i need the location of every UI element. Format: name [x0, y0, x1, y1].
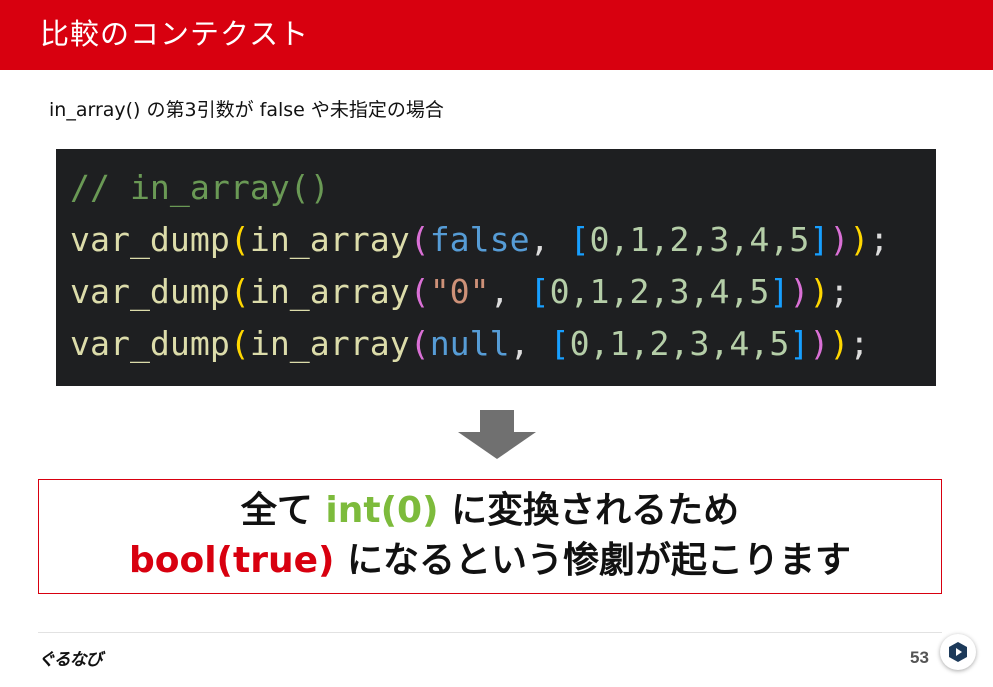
conclusion-line-1: 全て int(0) に変換されるため — [39, 487, 941, 535]
code-semicolon: ; — [869, 220, 890, 259]
code-paren: ( — [229, 272, 250, 311]
code-paren: ) — [849, 220, 870, 259]
slide-title: 比較のコンテクスト — [40, 17, 310, 51]
code-block: // in_array() var_dump(in_array(false, [… — [56, 149, 936, 386]
navigation-badge[interactable] — [940, 634, 976, 670]
code-bracket: [ — [529, 272, 550, 311]
code-fn: in_array — [249, 220, 410, 259]
down-arrow-icon — [458, 410, 536, 459]
footer-divider — [38, 632, 942, 633]
conclusion-text: に変換されるため — [438, 490, 740, 531]
code-arg: false — [429, 220, 530, 259]
code-paren: ) — [809, 324, 830, 363]
conclusion-line-2: bool(true) になるという惨劇が起こります — [39, 537, 941, 585]
code-bracket: ] — [789, 324, 810, 363]
code-bracket: [ — [569, 220, 590, 259]
code-paren: ( — [409, 272, 430, 311]
code-fn: in_array — [249, 324, 410, 363]
code-paren: ) — [829, 220, 850, 259]
play-icon — [949, 642, 967, 662]
conclusion-text: になるという惨劇が起こります — [334, 540, 852, 581]
code-paren: ) — [789, 272, 810, 311]
code-fn: var_dump — [70, 220, 230, 259]
code-comment: // in_array() — [70, 168, 330, 207]
slide-subtitle: in_array() の第3引数が false や未指定の場合 — [49, 99, 444, 121]
code-fn: in_array — [249, 272, 410, 311]
code-bracket: [ — [549, 324, 570, 363]
bool-true-highlight: bool(true) — [128, 540, 335, 581]
int-zero-highlight: int(0) — [325, 490, 439, 531]
code-fn: var_dump — [70, 324, 230, 363]
code-fn: var_dump — [70, 272, 230, 311]
code-array-values: 0,1,2,3,4,5 — [589, 220, 810, 259]
gurunavi-logo: ぐるなび — [38, 650, 103, 670]
code-paren: ) — [809, 272, 830, 311]
code-paren: ( — [229, 220, 250, 259]
code-comma: , — [509, 324, 550, 363]
code-line-3: var_dump(in_array(null, [0,1,2,3,4,5])); — [70, 321, 869, 367]
conclusion-text: 全て — [240, 490, 326, 531]
code-comma: , — [529, 220, 570, 259]
code-line-comment: // in_array() — [70, 165, 330, 211]
code-paren: ( — [229, 324, 250, 363]
code-paren: ) — [829, 324, 850, 363]
code-line-2: var_dump(in_array("0", [0,1,2,3,4,5])); — [70, 269, 849, 315]
header-bar: 比較のコンテクスト — [0, 0, 993, 70]
conclusion-box: 全て int(0) に変換されるため bool(true) になるという惨劇が起… — [38, 479, 942, 594]
code-bracket: ] — [769, 272, 790, 311]
code-line-1: var_dump(in_array(false, [0,1,2,3,4,5]))… — [70, 217, 889, 263]
code-bracket: ] — [809, 220, 830, 259]
code-comma: , — [489, 272, 530, 311]
code-array-values: 0,1,2,3,4,5 — [569, 324, 790, 363]
code-paren: ( — [409, 220, 430, 259]
page-number: 53 — [910, 648, 929, 667]
code-semicolon: ; — [829, 272, 850, 311]
code-array-values: 0,1,2,3,4,5 — [549, 272, 770, 311]
code-paren: ( — [409, 324, 430, 363]
code-semicolon: ; — [849, 324, 870, 363]
code-arg: null — [429, 324, 510, 363]
code-arg: "0" — [429, 272, 490, 311]
